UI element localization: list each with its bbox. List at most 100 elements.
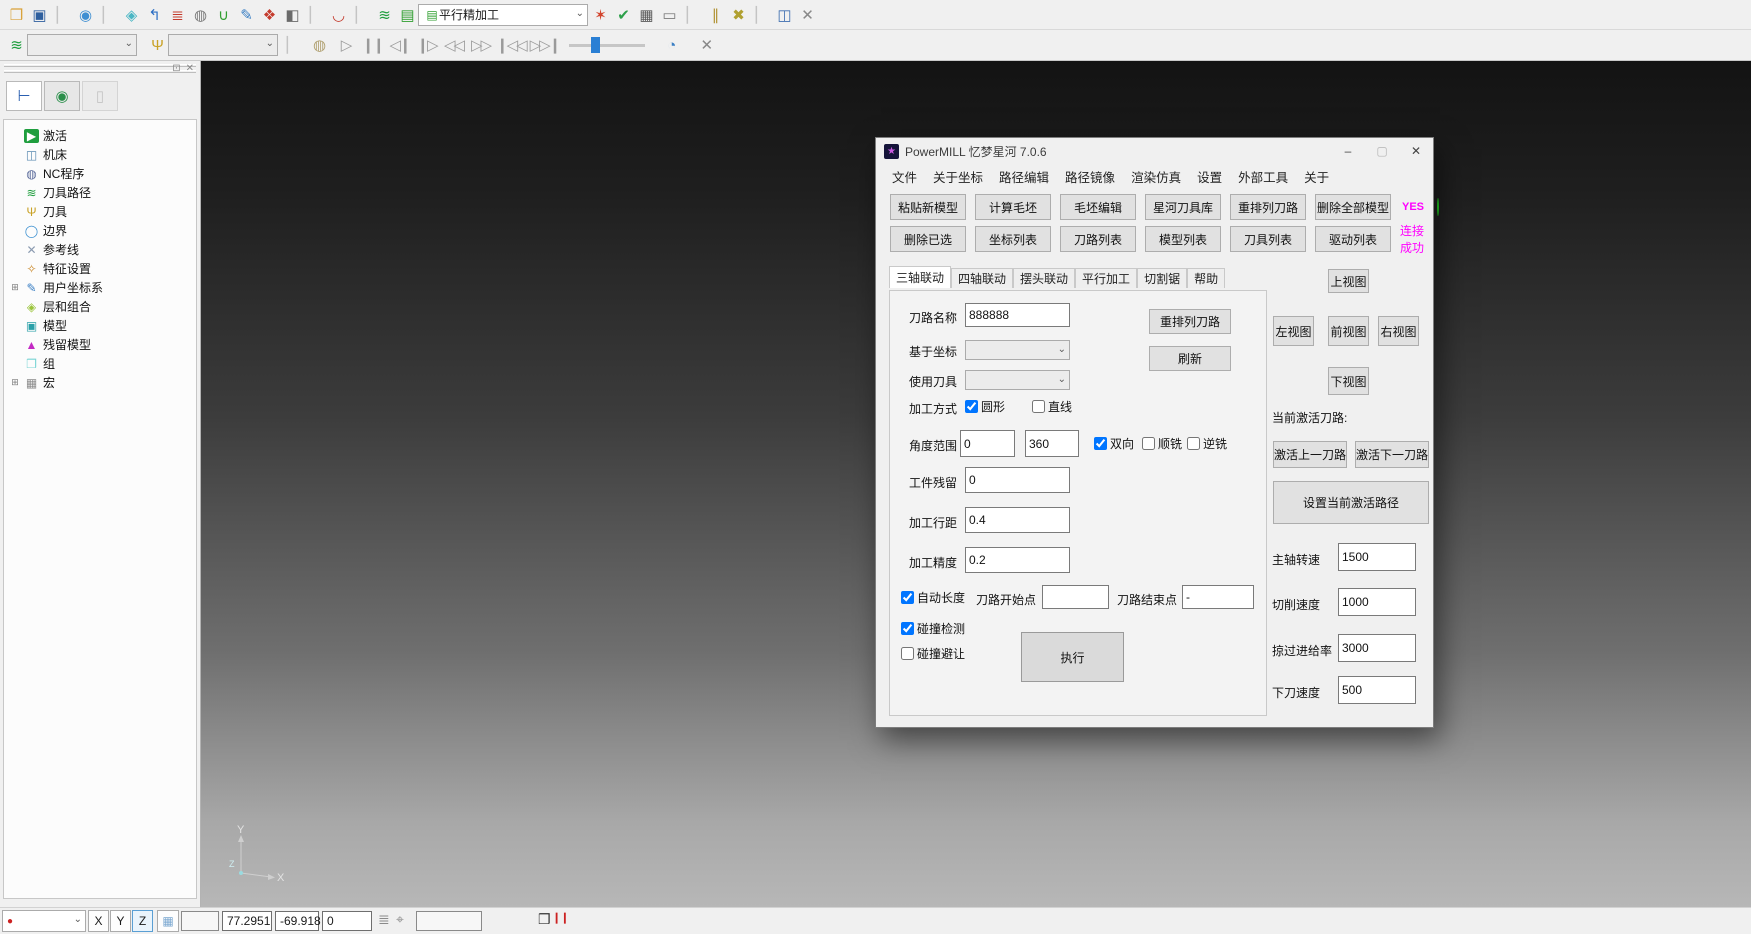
set-active-path-button[interactable]: 设置当前激活路径 — [1273, 481, 1429, 524]
tool-library-button[interactable]: 星河刀具库 — [1145, 194, 1221, 220]
maximize-button[interactable]: ▢ — [1365, 138, 1399, 164]
minimize-button[interactable]: – — [1331, 138, 1365, 164]
tree-item[interactable]: ▲ 残留模型 — [10, 335, 196, 354]
step-forward-icon[interactable]: ❙▷ — [415, 33, 438, 57]
rewind-icon[interactable]: ◁◁ — [442, 33, 465, 57]
stock-remain-input[interactable] — [965, 467, 1070, 493]
workplane-edit-icon[interactable]: ✎ — [234, 3, 257, 27]
tool-combobox[interactable]: ⌄ — [965, 370, 1070, 390]
method-line-checkbox[interactable]: 直线 — [1032, 398, 1072, 415]
paste-new-model-button[interactable]: 粘贴新模型 — [890, 194, 966, 220]
tolerance-field[interactable] — [416, 911, 482, 931]
grid-snap-button[interactable]: ▦ — [157, 910, 179, 932]
lightbulb-icon[interactable]: ◍ — [307, 33, 330, 57]
menu-item[interactable]: 渲染仿真 — [1123, 167, 1189, 186]
tab-explorer-tree[interactable]: ⊢ — [6, 81, 42, 111]
tree-item[interactable]: ◍ NC程序 — [10, 164, 196, 183]
edit-block-button[interactable]: 毛坯编辑 — [1060, 194, 1136, 220]
coord-combobox[interactable]: ⌄ — [965, 340, 1070, 360]
panel-grip[interactable] — [4, 64, 196, 67]
climb-mill-checkbox[interactable]: 顺铣 — [1142, 435, 1182, 452]
clock-icon[interactable]: ◔ — [659, 33, 682, 57]
view-front-button[interactable]: 前视图 — [1328, 316, 1369, 346]
go-start-icon[interactable]: ❙◁◁ — [496, 33, 526, 57]
chevron-down-icon[interactable]: ⌄ — [266, 38, 274, 49]
tree-item[interactable]: ▶ 激活 — [10, 126, 196, 145]
conventional-mill-checkbox[interactable]: 逆铣 — [1187, 435, 1227, 452]
slider-handle[interactable] — [591, 37, 600, 53]
stepover-input[interactable] — [965, 507, 1070, 533]
tree-item[interactable]: ❒ 组 — [10, 354, 196, 373]
drive-list-button[interactable]: 驱动列表 — [1315, 226, 1391, 252]
menu-item[interactable]: 路径镜像 — [1057, 167, 1123, 186]
tree-item[interactable]: ◯ 边界 — [10, 221, 196, 240]
chevron-down-icon[interactable]: ⌄ — [576, 8, 584, 19]
cursor-z-field[interactable]: 0 — [322, 911, 372, 931]
close-button[interactable]: ✕ — [1399, 138, 1433, 164]
coord-list-button[interactable]: 坐标列表 — [975, 226, 1051, 252]
cursor-x-field[interactable]: 77.2951 — [222, 911, 272, 931]
simulation-tool-combobox[interactable]: ⌄ — [168, 34, 278, 56]
chevron-down-icon[interactable]: ⌄ — [1058, 374, 1066, 385]
angle-end-input[interactable] — [1025, 430, 1079, 457]
open-project-icon[interactable]: ❒ — [4, 3, 27, 27]
tree-item[interactable]: ◈ 层和组合 — [10, 297, 196, 316]
strategy-list-icon[interactable]: ▤ — [395, 3, 418, 27]
step-back-icon[interactable]: ◁❙ — [388, 33, 411, 57]
skim-feed-input[interactable] — [1338, 634, 1416, 662]
angle-start-input[interactable] — [960, 430, 1015, 457]
expand-toggle-icon[interactable]: ⊞ — [10, 377, 20, 388]
delete-selected-button[interactable]: 删除已选 — [890, 226, 966, 252]
delete-all-models-button[interactable]: 删除全部模型 — [1315, 194, 1391, 220]
activate-next-toolpath-button[interactable]: 激活下一刀路 — [1355, 441, 1429, 468]
view-left-button[interactable]: 左视图 — [1273, 316, 1314, 346]
toolbar-close-icon[interactable]: ✕ — [694, 33, 717, 57]
menu-item[interactable]: 设置 — [1189, 167, 1230, 186]
marker-combobox[interactable]: ● ⌄ — [2, 910, 86, 932]
panel-grip[interactable] — [4, 70, 196, 73]
toolpath-icon[interactable]: ≋ — [4, 33, 27, 57]
strategy-combobox[interactable]: ▤ 平行精加工 ⌄ — [418, 4, 588, 26]
tree-item[interactable]: ⊞ ✎ 用户坐标系 — [10, 278, 196, 297]
chevron-down-icon[interactable]: ⌄ — [74, 914, 82, 925]
leads-links-icon[interactable]: ∪ — [211, 3, 234, 27]
bidirectional-checkbox[interactable]: 双向 — [1094, 435, 1134, 452]
clipboard-icon[interactable]: ❒ — [538, 911, 551, 928]
chevron-down-icon[interactable]: ⌄ — [1058, 344, 1066, 355]
cursor-y-field[interactable]: -69.918 — [275, 911, 319, 931]
tab-tilt-head[interactable]: 摆头联动 — [1013, 268, 1075, 288]
tree-item[interactable]: Ψ 刀具 — [10, 202, 196, 221]
view-right-button[interactable]: 右视图 — [1378, 316, 1419, 346]
play-icon[interactable]: ▷ — [334, 33, 357, 57]
start-point-input[interactable] — [1042, 585, 1109, 609]
save-project-icon[interactable]: ▣ — [27, 3, 50, 27]
print-preview-icon[interactable]: ◉ — [73, 3, 96, 27]
axis-z-button[interactable]: Z — [132, 910, 153, 932]
method-circle-checkbox[interactable]: 圆形 — [965, 398, 1005, 415]
execute-button[interactable]: 执行 — [1021, 632, 1124, 682]
tool-list-button[interactable]: 刀具列表 — [1230, 226, 1306, 252]
tree-item[interactable]: ✕ 参考线 — [10, 240, 196, 259]
swap-axes-icon[interactable]: ✖ — [726, 3, 749, 27]
go-end-icon[interactable]: ▷▷❙ — [530, 33, 560, 57]
view-top-button[interactable]: 上视图 — [1328, 269, 1369, 293]
collision-check-icon[interactable]: ◡ — [326, 3, 349, 27]
compute-block-button[interactable]: 计算毛坯 — [975, 194, 1051, 220]
tool-icon[interactable]: Ψ — [145, 33, 168, 57]
tab-parallel[interactable]: 平行加工 — [1075, 268, 1137, 288]
block-tool-icon[interactable]: ◧ — [280, 3, 303, 27]
toolpath-verify-icon[interactable]: ✶ — [588, 3, 611, 27]
toolpath-list-button[interactable]: 刀路列表 — [1060, 226, 1136, 252]
feeds-speeds-icon[interactable]: ≣ — [165, 3, 188, 27]
refresh-button[interactable]: 刷新 — [1149, 346, 1231, 371]
compare-models-icon[interactable]: ◫ — [772, 3, 795, 27]
simulation-speed-slider[interactable] — [569, 36, 645, 54]
simulation-toolpath-combobox[interactable]: ⌄ — [27, 34, 137, 56]
tab-levels-globe[interactable]: ◉ — [44, 81, 80, 111]
tab-4axis[interactable]: 四轴联动 — [951, 268, 1013, 288]
expand-toggle-icon[interactable]: ⊞ — [10, 282, 20, 293]
menu-item[interactable]: 路径编辑 — [991, 167, 1057, 186]
menu-item[interactable]: 外部工具 — [1230, 167, 1296, 186]
axis-x-button[interactable]: X — [88, 910, 109, 932]
toolbar-close-icon[interactable]: ✕ — [795, 3, 818, 27]
